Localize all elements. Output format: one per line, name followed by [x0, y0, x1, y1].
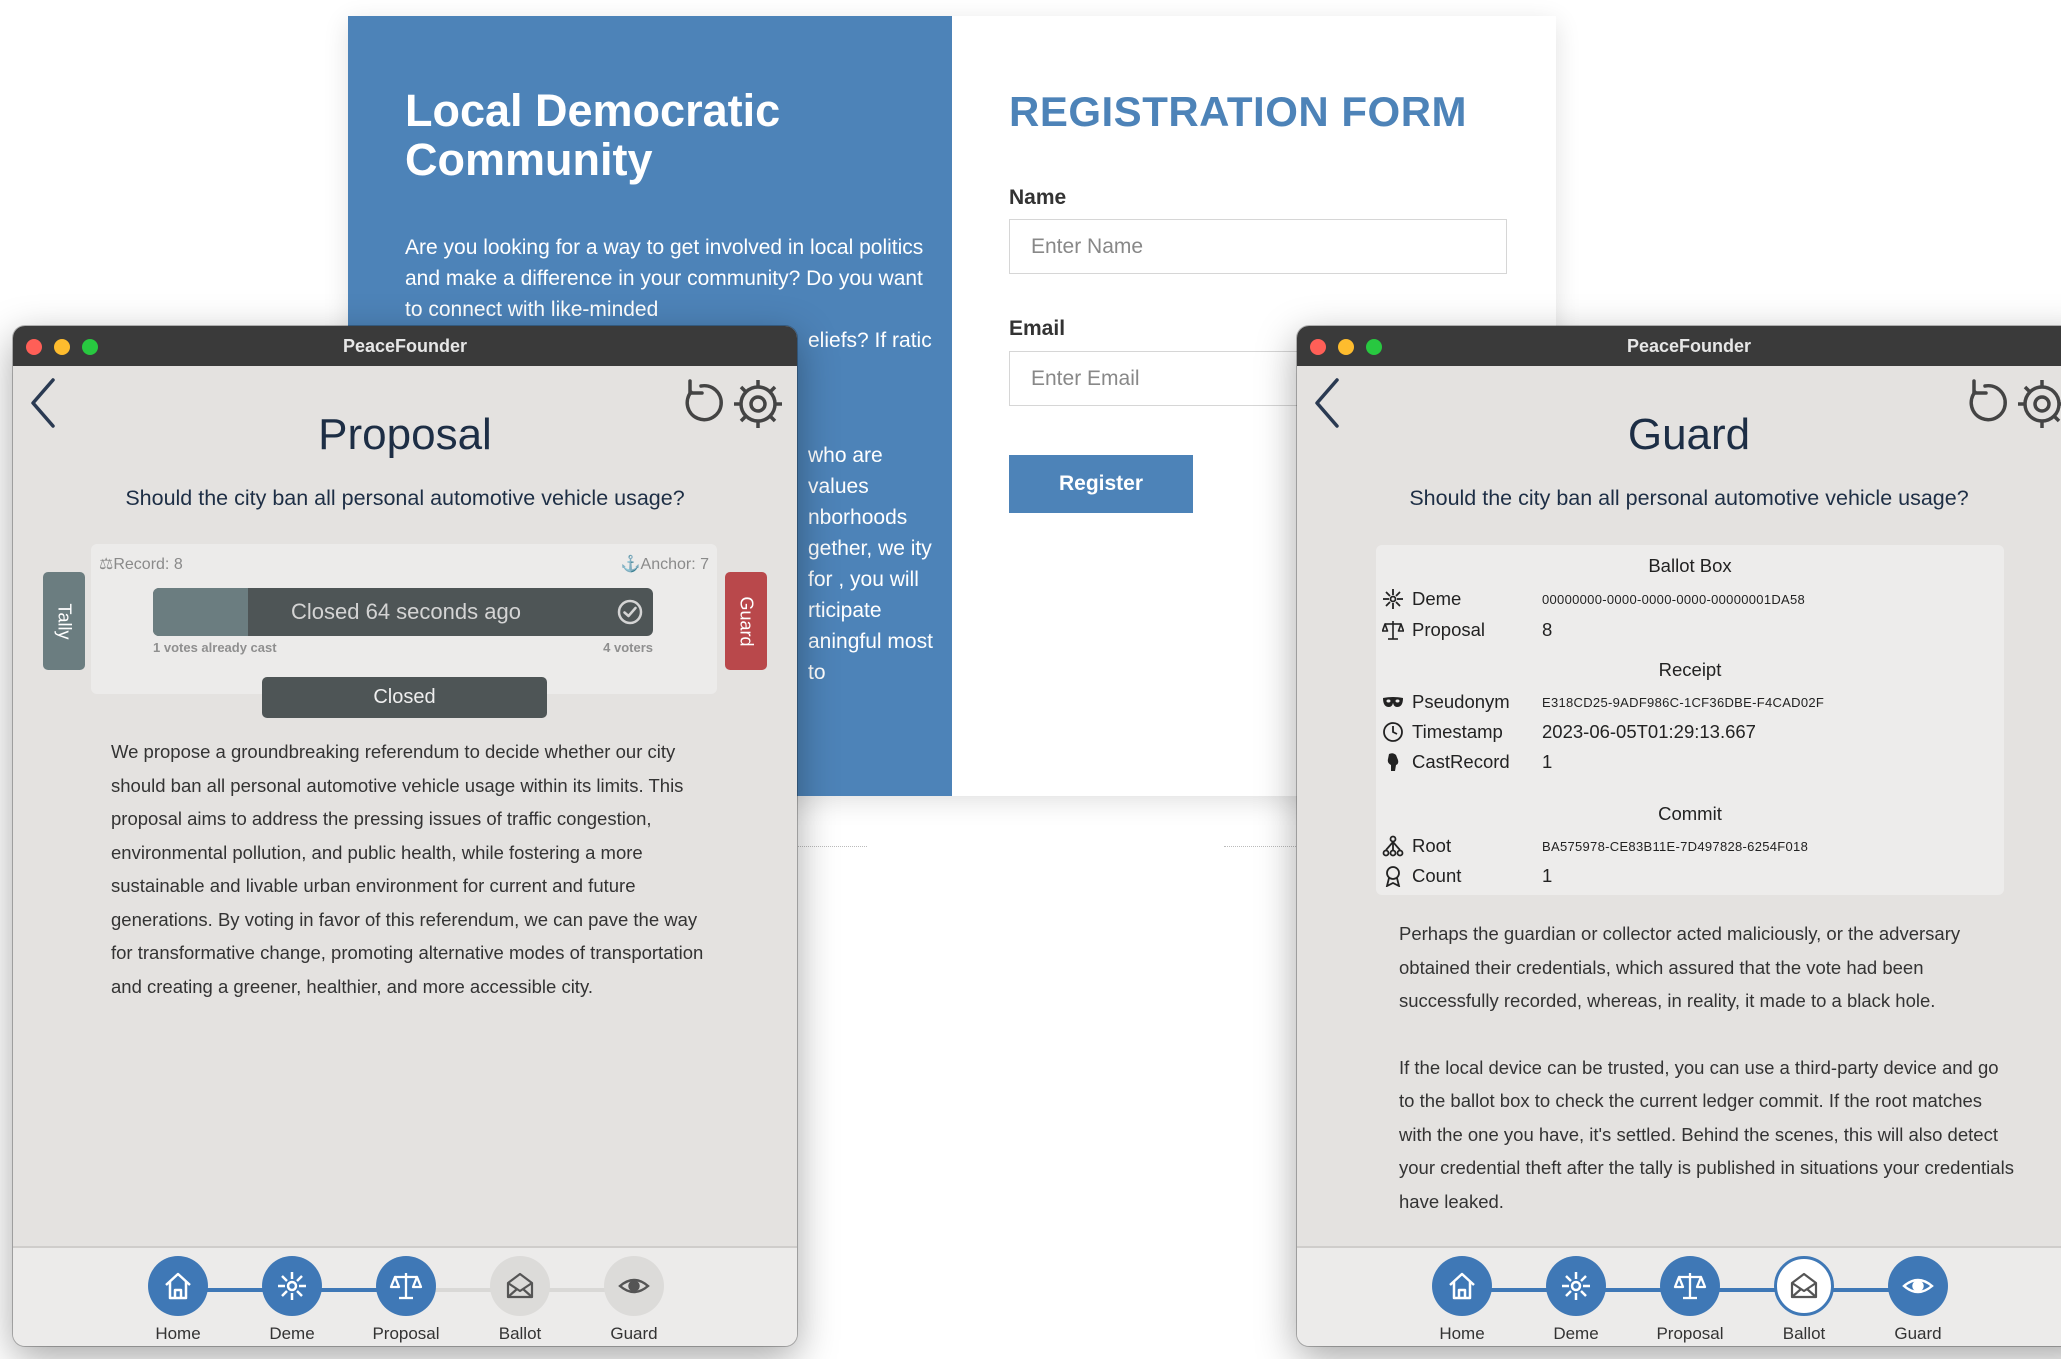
form-title: REGISTRATION FORM — [1009, 88, 1468, 135]
nav-proposal[interactable]: Proposal — [1645, 1256, 1735, 1344]
deme-value: 00000000-0000-0000-0000-00000001DA58 — [1542, 591, 1806, 607]
deme-icon — [278, 1272, 306, 1300]
scale-icon: ⚖ — [99, 556, 114, 573]
eye-icon — [618, 1278, 650, 1294]
tally-tab[interactable]: Tally — [43, 572, 85, 670]
home-icon — [165, 1272, 191, 1300]
nav-guard[interactable]: Guard — [1873, 1256, 1963, 1344]
ballot-box-heading: Ballot Box — [1648, 555, 1732, 576]
deme-row: Deme 00000000-0000-0000-0000-00000001DA5… — [1382, 587, 1805, 611]
nav-ballot[interactable]: Ballot — [1759, 1256, 1849, 1344]
mask-icon — [1383, 697, 1403, 707]
hand-icon — [1387, 753, 1399, 771]
proposal-question: Should the city ban all personal automot… — [1409, 486, 1969, 510]
guard-explanation: Perhaps the guardian or collector acted … — [1399, 917, 2019, 1218]
home-icon — [1449, 1272, 1475, 1300]
divider — [1224, 846, 1296, 847]
record-label: ⚖Record: 8 — [99, 556, 183, 573]
castrecord-value: 1 — [1542, 751, 1553, 772]
closed-button[interactable]: Closed — [262, 677, 547, 718]
bottom-navigation: Home Deme Proposal Ballot Guard — [1297, 1246, 2061, 1346]
commit-heading: Commit — [1658, 803, 1722, 824]
intro-text: Are you looking for a way to get involve… — [405, 236, 924, 321]
scale-icon — [1673, 1273, 1707, 1300]
nav-home[interactable]: Home — [133, 1256, 223, 1344]
nav-deme[interactable]: Deme — [247, 1256, 337, 1344]
count-value: 1 — [1542, 865, 1553, 886]
explanation-paragraph: If the local device can be trusted, you … — [1399, 1056, 2014, 1212]
proposal-window: PeaceFounder Proposal Should the city ba… — [13, 326, 797, 1346]
status-text: Closed 64 seconds ago — [291, 599, 521, 624]
pseudonym-row: Pseudonym E318CD25-9ADF986C-1CF36DBE-F4C… — [1382, 690, 1824, 714]
title-bar: PeaceFounder — [13, 326, 797, 366]
window-title: PeaceFounder — [342, 336, 468, 356]
name-input[interactable] — [1009, 219, 1507, 274]
deme-icon — [1562, 1272, 1590, 1300]
anchor-label: ⚓Anchor: 7 — [620, 556, 709, 573]
award-icon — [1385, 866, 1401, 887]
page-title: Proposal — [318, 410, 492, 459]
nav-deme[interactable]: Deme — [1531, 1256, 1621, 1344]
timestamp-row: Timestamp 2023-06-05T01:29:13.667 — [1382, 720, 1756, 744]
anchor-icon: ⚓ — [620, 556, 641, 573]
email-label: Email — [1009, 317, 1066, 340]
guard-window: PeaceFounder Guard Should the city ban a… — [1297, 326, 2061, 1346]
proposal-row: Proposal 8 — [1382, 618, 1552, 642]
tree-icon — [1382, 835, 1404, 857]
root-row: Root BA575978-CE83B11E-7D497828-6254F018 — [1382, 834, 1808, 858]
explanation-paragraph: Perhaps the guardian or collector acted … — [1399, 923, 1961, 1011]
castrecord-row: CastRecord 1 — [1382, 750, 1552, 774]
guard-receipt-card: Ballot Box Deme 00000000-0000-0000-0000-… — [1376, 545, 2004, 895]
register-button[interactable]: Register — [1009, 455, 1193, 513]
divider — [795, 846, 867, 847]
timestamp-value: 2023-06-05T01:29:13.667 — [1542, 721, 1756, 742]
name-label: Name — [1009, 186, 1067, 209]
window-title: PeaceFounder — [1626, 336, 1752, 356]
pseudonym-value: E318CD25-9ADF986C-1CF36DBE-F4CAD02F — [1542, 694, 1825, 710]
voters-label: 4 voters — [603, 640, 653, 655]
nav-ballot[interactable]: Ballot — [475, 1256, 565, 1344]
bottom-navigation: Home Deme Proposal Ballot Guard — [13, 1246, 797, 1346]
receipt-heading: Receipt — [1658, 659, 1722, 680]
nav-proposal[interactable]: Proposal — [361, 1256, 451, 1344]
nav-guard[interactable]: Guard — [589, 1256, 679, 1344]
proposal-description: We propose a groundbreaking referendum t… — [111, 741, 704, 997]
nav-home[interactable]: Home — [1417, 1256, 1507, 1344]
guard-tab[interactable]: Guard — [725, 572, 767, 670]
proposal-question: Should the city ban all personal automot… — [125, 486, 685, 510]
votes-cast-label: 1 votes already cast — [153, 640, 277, 655]
intro-text-fragment: eliefs? If ratic — [808, 329, 932, 352]
page-title: Guard — [1627, 410, 1751, 459]
status-card: ⚖Record: 8 ⚓Anchor: 7 Closed 64 seconds … — [91, 544, 717, 694]
scale-icon — [389, 1273, 423, 1300]
root-value: BA575978-CE83B11E-7D497828-6254F018 — [1542, 838, 1809, 854]
count-row: Count 1 — [1382, 864, 1552, 888]
clock-icon — [1383, 722, 1403, 742]
community-title: Local Democratic Community — [405, 85, 781, 185]
envelope-icon — [506, 1272, 534, 1299]
scale-icon — [1382, 621, 1404, 640]
intro-text-fragment-2: who are values nborhoods gether, we ity … — [808, 444, 933, 684]
envelope-icon — [1790, 1272, 1818, 1299]
eye-icon — [1902, 1278, 1934, 1294]
deme-icon — [1383, 589, 1403, 609]
checkmark-icon — [617, 599, 643, 625]
title-bar: PeaceFounder — [1297, 326, 2061, 366]
progress-bar: Closed 64 seconds ago — [153, 588, 653, 636]
progress-fill — [153, 588, 248, 636]
proposal-value: 8 — [1542, 619, 1553, 640]
